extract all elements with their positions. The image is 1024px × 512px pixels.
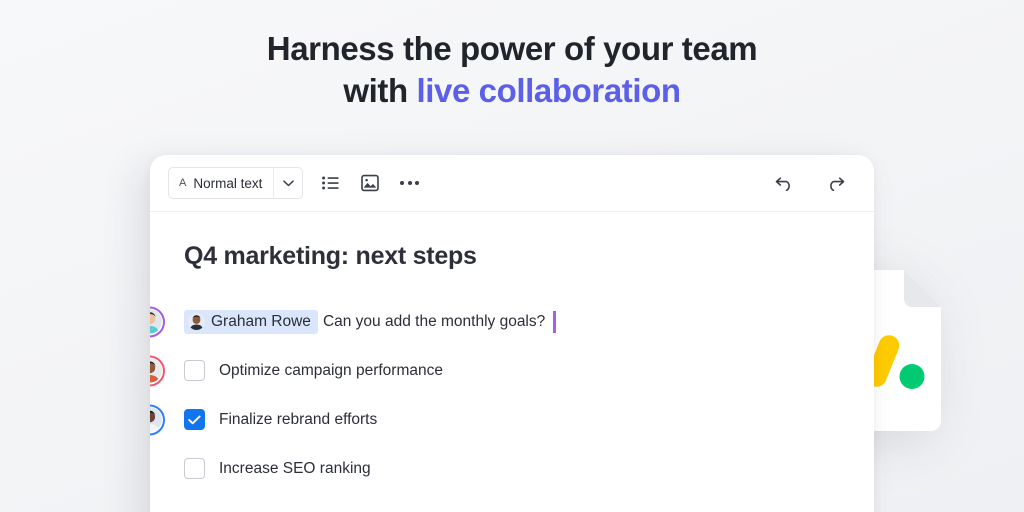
more-dot <box>407 181 412 185</box>
mention-avatar <box>188 313 205 330</box>
undo-icon[interactable] <box>771 170 797 196</box>
document-row-checkbox-1: Optimize campaign performance <box>150 346 840 395</box>
avatar-photo <box>150 309 162 334</box>
text-style-picker-value[interactable]: A Normal text <box>169 168 273 198</box>
document-title[interactable]: Q4 marketing: next steps <box>184 242 840 271</box>
redo-icon[interactable] <box>822 170 848 196</box>
page-headline: Harness the power of your team with live… <box>0 28 1024 112</box>
document-body: Q4 marketing: next steps Graham Rowe Can… <box>150 212 874 493</box>
toolbar-left-group: A Normal text <box>168 167 771 199</box>
document-editor-card: A Normal text Q4 marketing: next steps G… <box>150 155 874 512</box>
text-style-picker[interactable]: A Normal text <box>168 167 304 199</box>
checkbox-checked-icon[interactable] <box>184 409 205 430</box>
collaborator-avatar-1[interactable] <box>150 306 165 337</box>
checklist-item[interactable]: Finalize rebrand efforts <box>184 409 377 430</box>
checkbox-unchecked-icon[interactable] <box>184 458 205 479</box>
collaborator-avatar-2[interactable] <box>150 355 165 386</box>
bulleted-list-icon[interactable] <box>317 170 343 196</box>
more-dot <box>415 181 420 185</box>
checkbox-unchecked-icon[interactable] <box>184 360 205 381</box>
more-options-icon[interactable] <box>397 175 422 191</box>
mention-name: Graham Rowe <box>211 312 311 330</box>
collaborator-avatar-3[interactable] <box>150 404 165 435</box>
headline-line-2-prefix: with <box>343 72 417 110</box>
image-icon[interactable] <box>357 170 383 196</box>
text-style-label: Normal text <box>193 175 263 191</box>
headline-accent: live collaboration <box>416 72 681 110</box>
avatar-ring <box>150 306 165 337</box>
mention-chip[interactable]: Graham Rowe <box>184 309 318 334</box>
avatar-photo <box>150 358 162 383</box>
text-style-glyph-icon: A <box>179 176 187 189</box>
more-dot <box>400 181 405 185</box>
checklist-item-label: Increase SEO ranking <box>219 459 371 477</box>
checklist-item-label: Finalize rebrand efforts <box>219 410 378 428</box>
checklist-item[interactable]: Optimize campaign performance <box>184 360 443 381</box>
mention-message-text: Can you add the monthly goals? <box>322 312 546 330</box>
text-cursor <box>553 310 556 333</box>
headline-line-1: Harness the power of your team <box>266 30 758 67</box>
checklist-item[interactable]: Increase SEO ranking <box>184 458 371 479</box>
chevron-down-icon[interactable] <box>273 168 302 198</box>
toolbar-right-group <box>771 170 848 196</box>
mention-paragraph[interactable]: Graham Rowe Can you add the monthly goal… <box>184 309 556 334</box>
editor-toolbar: A Normal text <box>150 155 874 212</box>
checklist-item-label: Optimize campaign performance <box>219 361 443 379</box>
document-row-mention: Graham Rowe Can you add the monthly goal… <box>150 297 840 346</box>
document-row-checkbox-2: Finalize rebrand efforts <box>150 395 840 444</box>
avatar-ring <box>150 404 165 435</box>
avatar-photo <box>150 407 162 432</box>
headline-line-2: with live collaboration <box>0 70 1024 112</box>
avatar-ring <box>150 355 165 386</box>
document-row-checkbox-3: Increase SEO ranking <box>184 444 840 493</box>
